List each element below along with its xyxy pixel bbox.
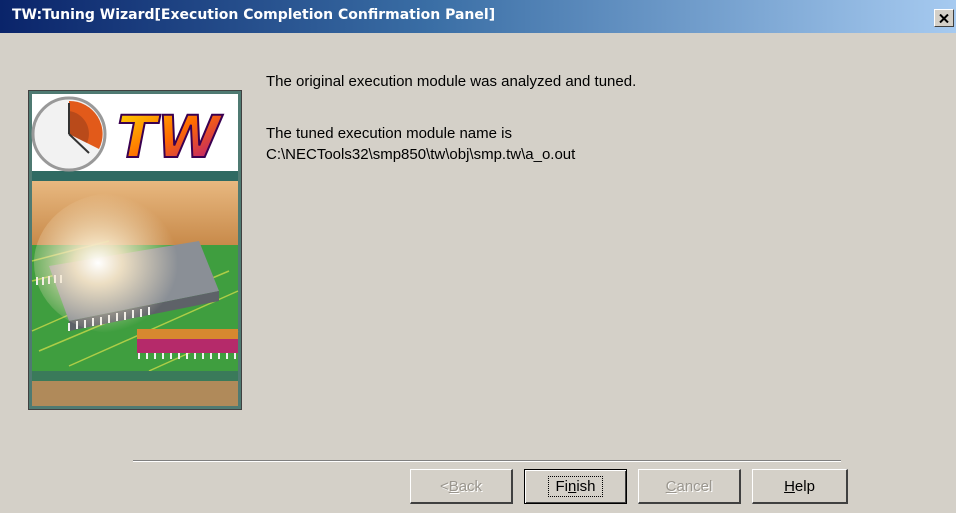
back-label-rest: ack	[458, 477, 483, 495]
tuned-module-path: C:\NECTools32\smp850\tw\obj\smp.tw\a_o.o…	[266, 146, 576, 163]
tuned-module-label: The tuned execution module name is	[266, 125, 512, 142]
finish-focus-rect: Finish	[548, 476, 603, 497]
wizard-illustration: TW	[28, 90, 242, 410]
back-prefix: <	[439, 477, 449, 495]
back-mnemonic: B	[448, 477, 459, 495]
title-bar[interactable]: TW:Tuning Wizard[Execution Completion Co…	[0, 0, 956, 33]
cancel-button[interactable]: Cancel	[638, 469, 741, 504]
cancel-label-rest: ancel	[676, 477, 713, 495]
analysis-complete-message: The original execution module was analyz…	[266, 73, 637, 90]
back-button[interactable]: < Back	[410, 469, 513, 504]
finish-button[interactable]: Finish	[524, 469, 627, 504]
finish-label-pre: Fi	[555, 478, 568, 495]
window-title: TW:Tuning Wizard[Execution Completion Co…	[12, 7, 496, 23]
tuning-wizard-dialog: TW:Tuning Wizard[Execution Completion Co…	[0, 0, 956, 513]
close-icon	[939, 13, 949, 23]
wizard-artwork: TW	[29, 91, 241, 409]
tw-logo-text: TW	[117, 103, 224, 171]
cancel-mnemonic: C	[665, 477, 677, 495]
help-label-rest: elp	[794, 477, 815, 495]
finish-label-rest: ish	[576, 478, 596, 495]
help-button[interactable]: Help	[752, 469, 848, 504]
help-mnemonic: H	[784, 477, 795, 495]
close-button[interactable]	[934, 9, 954, 27]
button-separator	[133, 460, 841, 462]
